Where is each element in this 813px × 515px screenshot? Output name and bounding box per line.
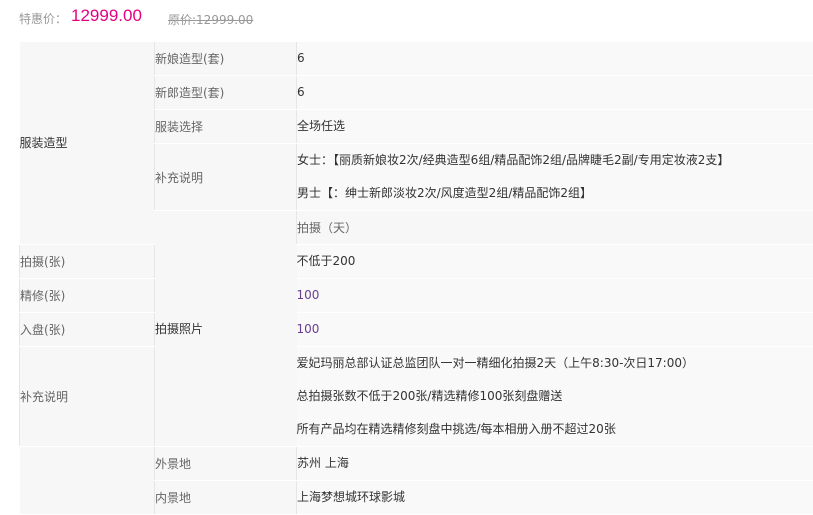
spec-value: 100: [297, 312, 813, 346]
spec-value-line: 爱妃玛丽总部认证总监团队一对一精细化拍摄2天（上午8:30-次日17:00）: [297, 347, 813, 380]
spec-value-line: 女士：【丽质新娘妆2次/经典造型6组/精品配饰2组/品牌睫毛2副/专用定妆液2支…: [297, 144, 813, 177]
special-price-label: 特惠价：: [19, 10, 67, 27]
spec-value: 不低于200: [297, 244, 813, 278]
package-spec-table: 服装造型 新娘造型(套) 6 新郎造型(套) 6 服装选择 全场任选 补充说明 …: [19, 42, 813, 515]
original-price: 原价:12999.00: [168, 11, 253, 28]
price-bar: 特惠价： 12999.00 原价:12999.00: [0, 0, 813, 36]
spec-key: 补充说明: [155, 144, 297, 211]
spec-value: 全场任选: [297, 110, 813, 144]
spec-value: 上海梦想城环球影城: [297, 480, 813, 514]
spec-value-line: 苏州 上海: [297, 447, 813, 480]
spec-key: 新郎造型(套): [155, 76, 297, 110]
spec-key: 内景地: [155, 480, 297, 514]
spec-value: 6: [297, 76, 813, 110]
special-price-value: 12999.00: [71, 6, 142, 26]
table-row: 外景地 苏州 上海: [20, 446, 813, 480]
spec-value-line: 6: [297, 76, 813, 109]
table-row: 入盘(张) 100: [20, 312, 813, 346]
spec-key: 精修(张): [20, 278, 155, 312]
spec-value: 100: [297, 278, 813, 312]
spec-value-line: 上海梦想城环球影城: [297, 481, 813, 514]
spec-key: 服装选择: [155, 110, 297, 144]
spec-value-line: 男士【：绅士新郎淡妆2次/风度造型2组/精品配饰2组】: [297, 177, 813, 210]
spec-key: 入盘(张): [20, 312, 155, 346]
table-row: 补充说明 爱妃玛丽总部认证总监团队一对一精细化拍摄2天（上午8:30-次日17:…: [20, 346, 813, 446]
spec-value-line: 6: [297, 42, 813, 75]
spec-value-line: 总拍摄张数不低于200张/精选精修100张刻盘赠送: [297, 380, 813, 413]
spec-value-line: 全场任选: [297, 110, 813, 143]
category-cell: 拍摄照片: [155, 211, 297, 447]
table-row: 拍摄(张) 不低于200: [20, 244, 813, 278]
original-price-label: 原价:: [168, 13, 196, 27]
spec-value-line: 100: [297, 313, 813, 346]
spec-value: 爱妃玛丽总部认证总监团队一对一精细化拍摄2天（上午8:30-次日17:00） 总…: [297, 346, 813, 446]
spec-value-line: 100: [297, 279, 813, 312]
spec-value: 苏州 上海: [297, 446, 813, 480]
category-cell: [20, 446, 155, 514]
table-row: 精修(张) 100: [20, 278, 813, 312]
spec-key: 外景地: [155, 446, 297, 480]
spec-key: 拍摄（天）: [297, 211, 813, 245]
spec-value-line: 所有产品均在精选精修刻盘中挑选/每本相册入册不超过20张: [297, 413, 813, 446]
spec-key: 新娘造型(套): [155, 42, 297, 76]
original-price-value: 12999.00: [196, 13, 253, 27]
spec-value: 6: [297, 42, 813, 76]
spec-key: 补充说明: [20, 346, 155, 446]
spec-key: 拍摄(张): [20, 244, 155, 278]
category-cell: 服装造型: [20, 42, 155, 244]
spec-value-line: 不低于200: [297, 245, 813, 278]
spec-value: 女士：【丽质新娘妆2次/经典造型6组/精品配饰2组/品牌睫毛2副/专用定妆液2支…: [297, 144, 813, 211]
table-row: 服装造型 新娘造型(套) 6: [20, 42, 813, 76]
